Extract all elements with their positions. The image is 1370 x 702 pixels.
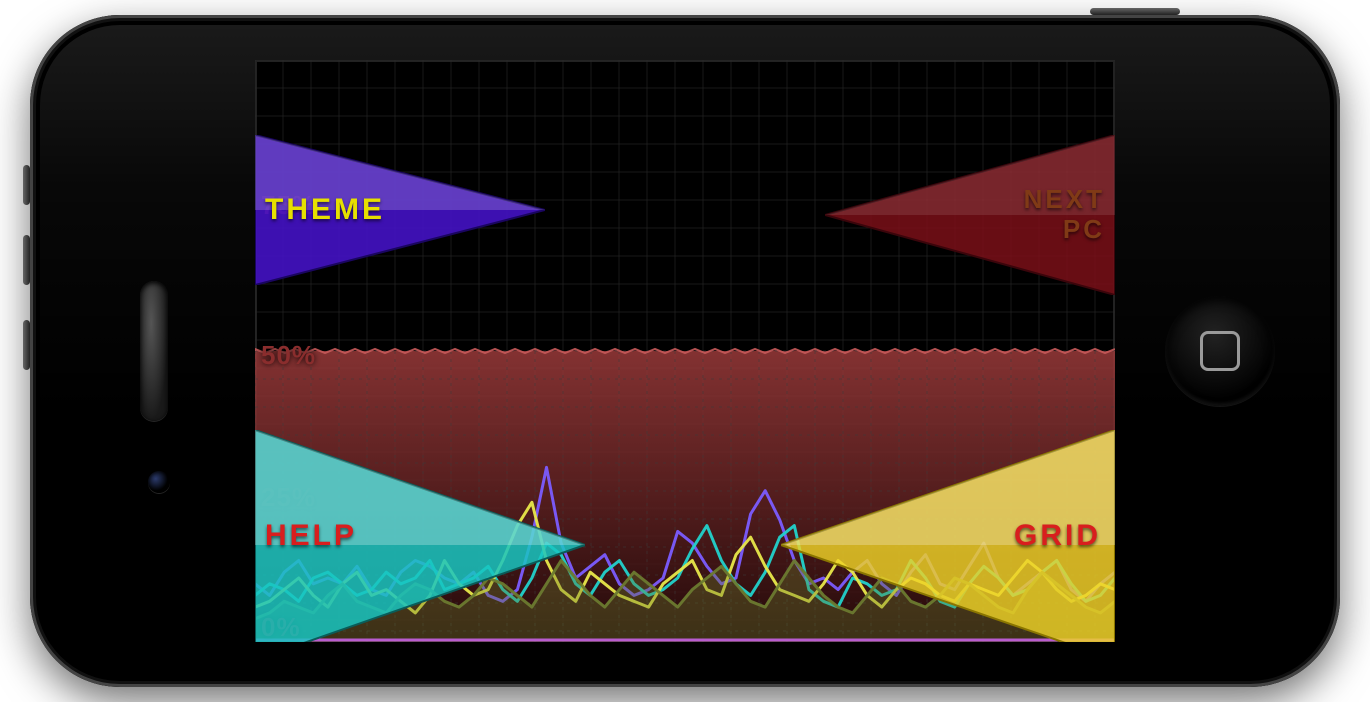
app-screen[interactable]: 75% 50% 25% 0% Theme NextPC Hel <box>255 60 1115 642</box>
help-button-label: Help <box>265 519 357 553</box>
mute-switch[interactable] <box>23 165 30 205</box>
next-pc-button[interactable]: NextPC <box>825 135 1115 295</box>
ytick-50: 50% <box>261 340 316 371</box>
earpiece-speaker <box>140 281 168 421</box>
home-button[interactable] <box>1165 296 1275 406</box>
volume-down-button[interactable] <box>23 235 30 285</box>
power-button[interactable] <box>1090 8 1180 15</box>
grid-button-label: Grid <box>1014 519 1101 553</box>
help-button[interactable]: Help <box>255 430 585 642</box>
theme-button[interactable]: Theme <box>255 135 545 285</box>
next-pc-button-label: NextPC <box>1024 185 1105 245</box>
front-camera <box>148 471 170 493</box>
volume-up-button[interactable] <box>23 320 30 370</box>
home-icon <box>1200 331 1240 371</box>
theme-button-label: Theme <box>265 193 385 227</box>
grid-button[interactable]: Grid <box>781 430 1115 642</box>
phone-frame: 75% 50% 25% 0% Theme NextPC Hel <box>30 15 1340 687</box>
